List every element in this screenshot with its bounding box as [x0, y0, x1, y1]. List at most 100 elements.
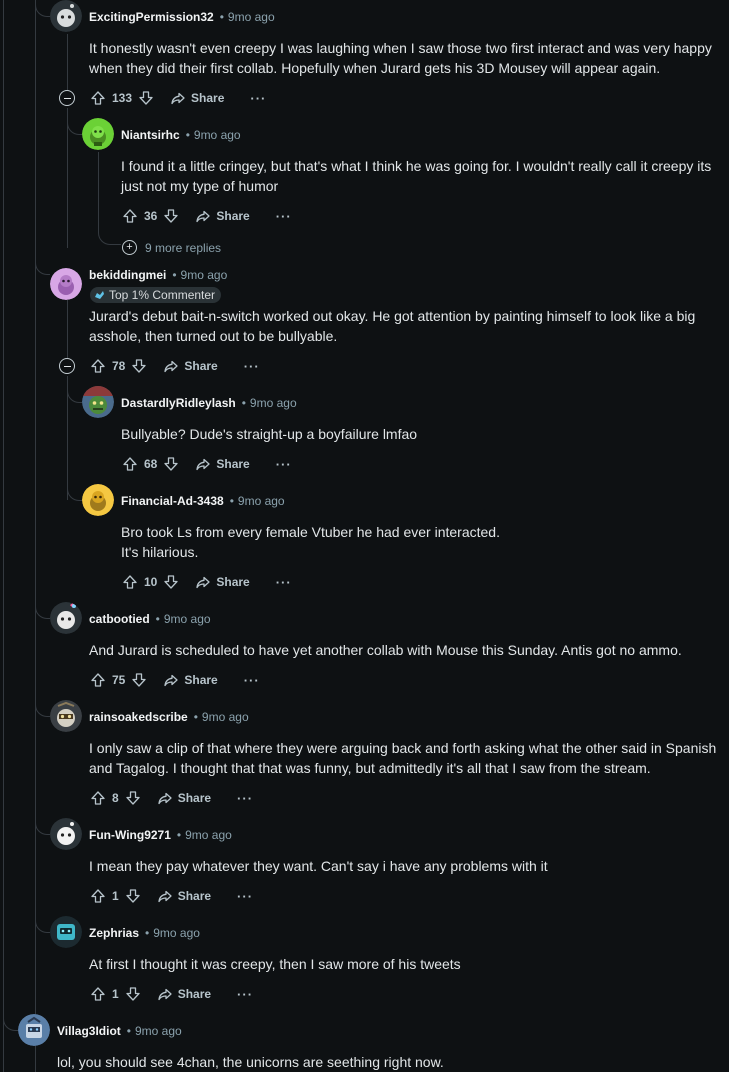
- share-icon: [158, 792, 172, 805]
- share-label: Share: [177, 987, 212, 1001]
- share-icon: [196, 458, 211, 471]
- username[interactable]: Niantsirhc: [121, 128, 180, 142]
- timestamp[interactable]: 9mo ago: [250, 396, 297, 410]
- avatar[interactable]: [50, 700, 82, 732]
- timestamp[interactable]: 9mo ago: [194, 128, 241, 142]
- thread-curve: [98, 226, 121, 245]
- more-options-button[interactable]: ···: [276, 209, 292, 224]
- vote-count: 1: [112, 987, 119, 1001]
- downvote-icon[interactable]: [161, 454, 181, 474]
- badge-icon: [95, 291, 104, 299]
- avatar[interactable]: [50, 916, 82, 948]
- upvote-icon[interactable]: [120, 206, 140, 226]
- share-button[interactable]: Share: [157, 790, 211, 806]
- upvote-icon[interactable]: [88, 356, 108, 376]
- timestamp[interactable]: 9mo ago: [164, 612, 211, 626]
- upvote-icon[interactable]: [88, 88, 108, 108]
- share-button[interactable]: Share: [195, 574, 250, 590]
- timestamp[interactable]: 9mo ago: [153, 926, 200, 940]
- downvote-icon[interactable]: [161, 206, 181, 226]
- thread-curve: [3, 1014, 18, 1031]
- timestamp[interactable]: 9mo ago: [238, 494, 285, 508]
- top-commenter-badge: Top 1% Commenter: [90, 287, 222, 303]
- share-button[interactable]: Share: [195, 208, 250, 224]
- timestamp[interactable]: 9mo ago: [185, 828, 232, 842]
- vote-count: 75: [112, 673, 126, 687]
- username[interactable]: Fun-Wing9271: [89, 828, 171, 842]
- more-options-button[interactable]: ···: [237, 987, 253, 1002]
- avatar[interactable]: [82, 118, 114, 150]
- thread-curve: [35, 916, 50, 933]
- comment-text: Bullyable? Dude's straight-up a boyfailu…: [121, 426, 418, 442]
- timestamp[interactable]: 9mo ago: [135, 1024, 182, 1038]
- share-icon: [164, 674, 179, 687]
- share-button[interactable]: Share: [157, 986, 211, 1002]
- upvote-icon[interactable]: [88, 670, 108, 690]
- avatar[interactable]: [82, 386, 114, 418]
- more-options-button[interactable]: ···: [237, 889, 253, 904]
- username[interactable]: ExcitingPermission32: [89, 10, 214, 24]
- share-button[interactable]: Share: [170, 90, 224, 106]
- avatar[interactable]: [50, 268, 82, 300]
- collapse-thread-button[interactable]: [59, 358, 75, 374]
- collapse-thread-button[interactable]: [59, 90, 75, 106]
- thread-line: [35, 0, 36, 1072]
- thread-curve: [35, 258, 50, 275]
- downvote-icon[interactable]: [129, 670, 149, 690]
- thread-line: [67, 300, 68, 358]
- share-button[interactable]: Share: [157, 888, 211, 904]
- share-button[interactable]: Share: [163, 672, 218, 688]
- separator-dot: •: [241, 396, 246, 410]
- avatar[interactable]: [18, 1014, 50, 1046]
- downvote-icon[interactable]: [123, 886, 143, 906]
- thread-curve: [67, 386, 82, 403]
- more-options-button[interactable]: ···: [244, 359, 260, 374]
- timestamp[interactable]: 9mo ago: [228, 10, 275, 24]
- username[interactable]: bekiddingmei: [89, 268, 166, 282]
- more-options-button[interactable]: ···: [276, 457, 292, 472]
- avatar[interactable]: [82, 484, 114, 516]
- more-options-button[interactable]: ···: [250, 91, 266, 106]
- avatar[interactable]: [50, 818, 82, 850]
- more-options-button[interactable]: ···: [276, 575, 292, 590]
- comment-text-line: Bro took Ls from every female Vtuber he …: [121, 524, 500, 540]
- upvote-icon[interactable]: [88, 886, 108, 906]
- timestamp[interactable]: 9mo ago: [181, 268, 228, 282]
- comment-text: I mean they pay whatever they want. Can'…: [89, 858, 548, 874]
- share-icon: [171, 92, 185, 105]
- share-label: Share: [184, 359, 218, 373]
- downvote-icon[interactable]: [136, 88, 156, 108]
- thread-line: [3, 0, 4, 1072]
- more-options-button[interactable]: ···: [237, 791, 253, 806]
- upvote-icon[interactable]: [88, 984, 108, 1004]
- downvote-icon[interactable]: [129, 356, 149, 376]
- username[interactable]: rainsoakedscribe: [89, 710, 188, 724]
- comment-text: At first I thought it was creepy, then I…: [89, 956, 461, 972]
- avatar[interactable]: [50, 0, 82, 32]
- upvote-icon[interactable]: [120, 454, 140, 474]
- thread-curve: [67, 118, 82, 135]
- thread-curve: [35, 818, 50, 835]
- share-button[interactable]: Share: [195, 456, 250, 472]
- more-options-button[interactable]: ···: [244, 673, 260, 688]
- separator-dot: •: [172, 268, 177, 282]
- timestamp[interactable]: 9mo ago: [202, 710, 249, 724]
- downvote-icon[interactable]: [123, 984, 143, 1004]
- username[interactable]: Villag3Idiot: [57, 1024, 121, 1038]
- username[interactable]: catbootied: [89, 612, 150, 626]
- share-label: Share: [177, 791, 212, 805]
- more-replies-button[interactable]: + 9 more replies: [122, 240, 221, 255]
- username[interactable]: DastardlyRidleylash: [121, 396, 236, 410]
- username[interactable]: Zephrias: [89, 926, 139, 940]
- upvote-icon[interactable]: [120, 572, 140, 592]
- downvote-icon[interactable]: [161, 572, 181, 592]
- avatar[interactable]: [50, 602, 82, 634]
- share-icon: [196, 576, 211, 589]
- separator-dot: •: [145, 926, 150, 940]
- downvote-icon[interactable]: [123, 788, 143, 808]
- comment-text: lol, you should see 4chan, the unicorns …: [57, 1054, 444, 1070]
- plus-icon: +: [122, 240, 137, 255]
- share-button[interactable]: Share: [163, 358, 218, 374]
- username[interactable]: Financial-Ad-3438: [121, 494, 224, 508]
- upvote-icon[interactable]: [88, 788, 108, 808]
